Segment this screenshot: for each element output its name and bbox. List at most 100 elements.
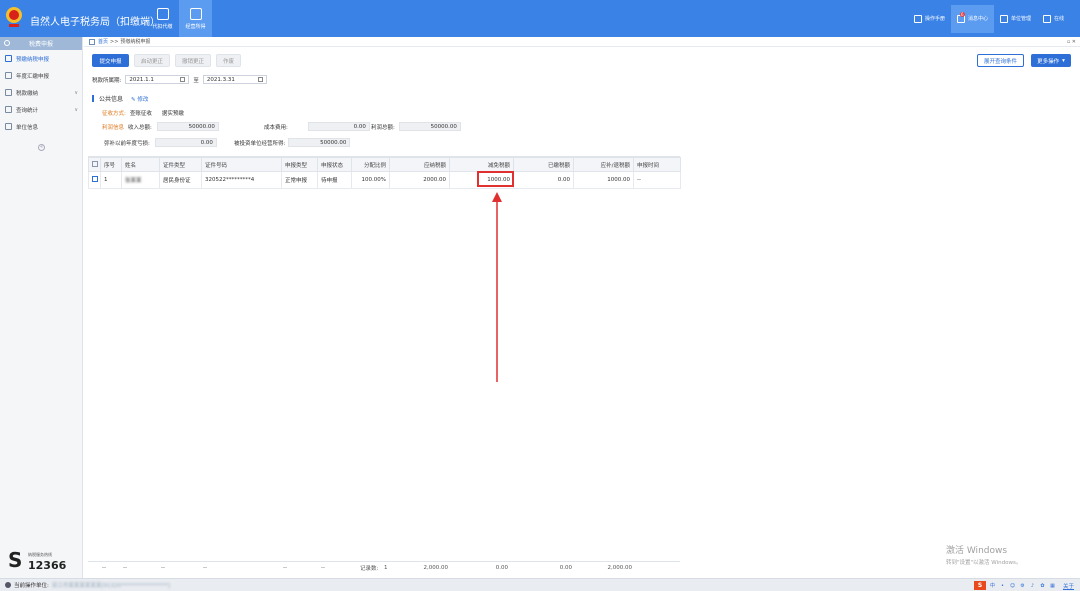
cell-name[interactable]: 张某某 — [121, 171, 160, 189]
footer-dash: -- — [102, 565, 106, 571]
col-refund: 应补/退税额 — [573, 157, 634, 172]
col-paid: 已缴税额 — [513, 157, 574, 172]
about-link[interactable]: 关于 — [1063, 582, 1074, 590]
nav-withholding[interactable]: 代扣代缴 — [146, 0, 179, 37]
document-icon — [156, 7, 169, 20]
tax-emblem-icon — [6, 7, 22, 27]
cell-refund: 1000.00 — [573, 171, 634, 189]
home-icon — [89, 38, 95, 45]
breadcrumb: 首页 >> 预缴纳税申报 — [84, 37, 1080, 47]
status-bar: 当前操作单位: 吴江市某某某某某某[91320*****************… — [0, 578, 1080, 591]
cell-ratio: 100.00% — [351, 171, 390, 189]
void-button[interactable]: 作废 — [216, 54, 242, 67]
footer-refund-total: 2,000.00 — [607, 565, 633, 571]
footer-dash: -- — [283, 565, 287, 571]
col-id-type: 证件类型 — [159, 157, 202, 172]
online-link[interactable]: 在线 — [1037, 5, 1070, 33]
box-icon — [189, 7, 202, 20]
sidebar-item-label: 查询统计 — [16, 107, 39, 114]
levy-method-sub: 据实预缴 — [161, 111, 184, 117]
online-label: 在线 — [1053, 16, 1064, 22]
col-time: 申报时间 — [633, 157, 681, 172]
period-end-field[interactable]: 2021.3.31 — [202, 75, 267, 84]
sidebar-item-label: 预缴纳税申报 — [16, 56, 50, 63]
row-select-cell[interactable] — [88, 171, 101, 189]
profit-info-row: 利润信息 收入总额: 50000.00 — [102, 122, 219, 131]
cost-field: 0.00 — [307, 122, 370, 131]
mail-icon: 6 — [956, 11, 965, 23]
footer-payable-total: 2,000.00 — [423, 565, 449, 571]
sidebar-item-label: 单位信息 — [16, 124, 39, 131]
sidebar-item-unit-info[interactable]: 单位信息 — [0, 118, 82, 135]
top-right-menu: 操作手册 6 消息中心 单位管理 在线 — [908, 0, 1070, 37]
table-footer: -- -- -- -- -- -- 记录数: 1 2,000.00 0.00 0… — [88, 561, 680, 574]
public-info-title: 公共信息 — [99, 96, 124, 103]
footer-records-label: 记录数: — [360, 566, 379, 572]
manual-label: 操作手册 — [924, 16, 945, 22]
col-name: 姓名 — [121, 157, 160, 172]
section-marker — [92, 95, 94, 102]
unit-management-link[interactable]: 单位管理 — [994, 5, 1037, 33]
toolbox-icon[interactable]: ▦ — [1049, 582, 1056, 589]
col-relief: 减免税额 — [449, 157, 514, 172]
select-all-checkbox[interactable] — [92, 160, 98, 167]
message-badge: 6 — [959, 11, 965, 17]
col-payable: 应纳税额 — [389, 157, 450, 172]
sidebar-collapse-button[interactable]: « — [38, 144, 45, 151]
footer-dash: -- — [161, 565, 165, 571]
income-label: 收入总额: — [128, 124, 152, 131]
window-controls[interactable]: ▫ ✕ — [1067, 39, 1076, 45]
start-correction-button[interactable]: 启动更正 — [134, 54, 171, 67]
punctuation-icon[interactable]: • — [999, 582, 1006, 589]
settings-icon[interactable]: ⚙ — [1019, 582, 1026, 589]
row-checkbox[interactable] — [92, 176, 98, 182]
gear-icon — [4, 40, 10, 46]
select-all-cell[interactable] — [88, 157, 101, 172]
hotline-s-logo: S — [8, 548, 23, 572]
sidebar: 税费申报 预缴纳税申报 年度汇缴申报 税款缴纳 ∨ 查询统计 ∨ 单位信息 « … — [0, 37, 83, 578]
user-icon — [5, 582, 11, 588]
sogou-ime-icon[interactable]: S — [974, 581, 986, 590]
manual-link[interactable]: 操作手册 — [908, 5, 951, 33]
chinese-mode-icon[interactable]: 中 — [989, 582, 996, 589]
cell-id-type: 居民身份证 — [159, 171, 202, 189]
chevron-down-icon: ∨ — [74, 106, 78, 113]
more-actions-button[interactable]: 更多操作 ▾ — [1031, 54, 1071, 67]
sidebar-item-query[interactable]: 查询统计 ∨ — [0, 101, 82, 118]
table-header-row: 序号 姓名 证件类型 证件号码 申报类型 申报状态 分配比例 应纳税额 减免税额… — [88, 157, 681, 172]
sidebar-item-annual[interactable]: 年度汇缴申报 — [0, 67, 82, 84]
hotline-logo: S 纳税服务热线 12366 — [8, 548, 80, 576]
sidebar-header: 税费申报 — [0, 37, 82, 50]
col-status: 申报状态 — [317, 157, 352, 172]
period-start-field[interactable]: 2021.1.1 — [125, 75, 190, 84]
message-center-link[interactable]: 6 消息中心 — [950, 4, 994, 33]
skin-icon[interactable]: ✿ — [1039, 582, 1046, 589]
submit-declaration-button[interactable]: 提交申报 — [92, 54, 129, 67]
tax-period: 税款所属期: 2021.1.1 至 2021.3.31 — [92, 75, 267, 84]
sidebar-item-label: 税款缴纳 — [16, 90, 39, 97]
calendar-icon — [5, 72, 12, 79]
nav-withholding-label: 代扣代缴 — [152, 23, 173, 30]
cancel-correction-button[interactable]: 撤销更正 — [175, 54, 212, 67]
edit-link[interactable]: ✎ 修改 — [131, 95, 148, 103]
toolbar: 提交申报 启动更正 撤销更正 作废 — [92, 54, 246, 67]
footer-relief-total: 0.00 — [495, 565, 508, 571]
breadcrumb-home[interactable]: 首页 — [98, 38, 108, 45]
expand-query-button[interactable]: 展开查询条件 — [977, 54, 1025, 67]
search-icon — [5, 106, 12, 113]
watermark-line1: 激活 Windows — [946, 546, 1008, 556]
microphone-icon[interactable]: ♪ — [1029, 582, 1036, 589]
sidebar-item-payment[interactable]: 税款缴纳 ∨ — [0, 84, 82, 101]
footer-dash: -- — [321, 565, 325, 571]
nav-business-income[interactable]: 经营所得 — [179, 0, 212, 37]
building-icon — [999, 14, 1008, 23]
windows-activation-watermark: 激活 Windows 转到"设置"以激活 Windows。 — [946, 543, 1021, 566]
table-row[interactable]: 1 张某某 居民身份证 320522*********4 正常申报 待申报 10… — [88, 171, 681, 189]
emoji-icon[interactable]: ☺ — [1009, 582, 1016, 589]
hotline-number: 12366 — [28, 559, 67, 572]
chevron-down-icon: ▾ — [1062, 57, 1065, 64]
watermark-line2: 转到"设置"以激活 Windows。 — [946, 560, 1022, 566]
ime-tray: S 中 • ☺ ⚙ ♪ ✿ ▦ — [974, 581, 1056, 590]
sidebar-item-prepayment[interactable]: 预缴纳税申报 — [0, 50, 82, 67]
status-unit-label: 当前操作单位: — [14, 583, 49, 589]
